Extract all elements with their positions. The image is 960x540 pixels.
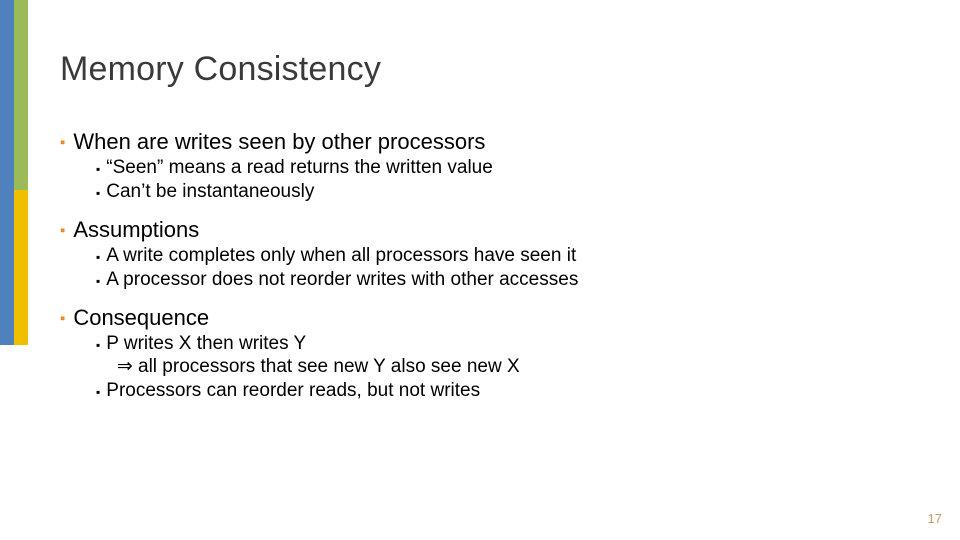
square-bullet-icon: ▪: [60, 222, 65, 239]
bullet-lvl2: ▪ Can’t be instantaneously: [96, 181, 920, 203]
accent-bar-blue: [0, 0, 14, 345]
square-bullet-icon: ▪: [96, 186, 100, 200]
bullet-lvl1: ▪ Assumptions: [60, 217, 920, 243]
page-number: 17: [928, 511, 942, 526]
square-bullet-icon: ▪: [96, 338, 100, 352]
bullet-text: Consequence: [73, 305, 209, 331]
accent-bar-yellow: [14, 190, 28, 345]
bullet-lvl2: ▪ “Seen” means a read returns the writte…: [96, 157, 920, 179]
bullet-lvl2: ▪ Processors can reorder reads, but not …: [96, 380, 920, 402]
slide: Memory Consistency ▪ When are writes see…: [0, 0, 960, 540]
bullet-text: P writes X then writes Y ⇒ all processor…: [106, 333, 519, 378]
bullet-lvl1: ▪ When are writes seen by other processo…: [60, 129, 920, 155]
bullet-text: “Seen” means a read returns the written …: [106, 157, 493, 179]
square-bullet-icon: ▪: [60, 310, 65, 327]
bullet-text: Processors can reorder reads, but not wr…: [106, 380, 480, 402]
square-bullet-icon: ▪: [60, 134, 65, 151]
bullet-lvl1: ▪ Consequence: [60, 305, 920, 331]
slide-title: Memory Consistency: [60, 50, 920, 89]
bullet-text: A write completes only when all processo…: [106, 245, 576, 267]
square-bullet-icon: ▪: [96, 162, 100, 176]
accent-bar-green: [14, 0, 28, 190]
bullet-text: Can’t be instantaneously: [106, 181, 314, 203]
square-bullet-icon: ▪: [96, 250, 100, 264]
bullet-lvl2: ▪ A write completes only when all proces…: [96, 245, 920, 267]
slide-content: Memory Consistency ▪ When are writes see…: [60, 50, 920, 402]
bullet-text: When are writes seen by other processors: [73, 129, 485, 155]
square-bullet-icon: ▪: [96, 274, 100, 288]
bullet-text: A processor does not reorder writes with…: [106, 269, 578, 291]
bullet-text: Assumptions: [73, 217, 199, 243]
bullet-lvl2: ▪ P writes X then writes Y ⇒ all process…: [96, 333, 920, 378]
square-bullet-icon: ▪: [96, 385, 100, 399]
bullet-lvl2: ▪ A processor does not reorder writes wi…: [96, 269, 920, 291]
